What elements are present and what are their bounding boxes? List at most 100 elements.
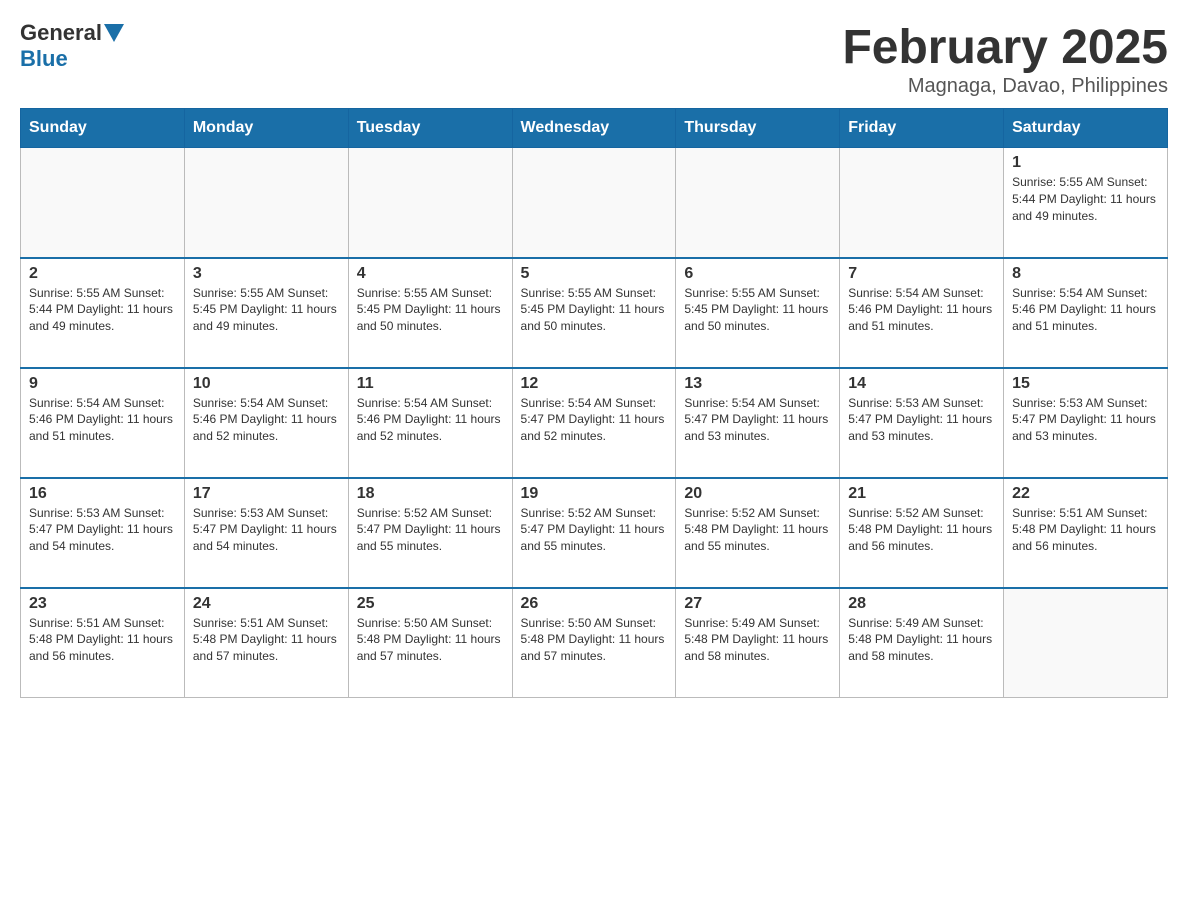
column-header-wednesday: Wednesday xyxy=(512,109,676,148)
calendar-cell: 19 Sunrise: 5:52 AM Sunset: 5:47 PM Dayli… xyxy=(512,478,676,588)
day-number: 20 xyxy=(684,485,831,503)
calendar-cell: 28 Sunrise: 5:49 AM Sunset: 5:48 PM Dayli… xyxy=(840,588,1004,698)
day-info: Sunrise: 5:54 AM Sunset: 5:46 PM Dayligh… xyxy=(1012,285,1159,335)
day-number: 11 xyxy=(357,375,504,393)
calendar-header-row: SundayMondayTuesdayWednesdayThursdayFrid… xyxy=(21,109,1168,148)
calendar-cell xyxy=(1004,588,1168,698)
day-info: Sunrise: 5:54 AM Sunset: 5:47 PM Dayligh… xyxy=(521,395,668,445)
calendar-cell xyxy=(676,148,840,258)
calendar-cell: 26 Sunrise: 5:50 AM Sunset: 5:48 PM Dayli… xyxy=(512,588,676,698)
column-header-thursday: Thursday xyxy=(676,109,840,148)
day-number: 27 xyxy=(684,595,831,613)
day-info: Sunrise: 5:53 AM Sunset: 5:47 PM Dayligh… xyxy=(193,505,340,555)
day-info: Sunrise: 5:49 AM Sunset: 5:48 PM Dayligh… xyxy=(848,615,995,665)
day-info: Sunrise: 5:55 AM Sunset: 5:45 PM Dayligh… xyxy=(684,285,831,335)
day-number: 19 xyxy=(521,485,668,503)
day-number: 4 xyxy=(357,265,504,283)
calendar-week-row: 2Sunrise: 5:55 AM Sunset: 5:44 PM Daylig… xyxy=(21,258,1168,368)
day-number: 24 xyxy=(193,595,340,613)
day-info: Sunrise: 5:53 AM Sunset: 5:47 PM Dayligh… xyxy=(848,395,995,445)
day-info: Sunrise: 5:54 AM Sunset: 5:46 PM Dayligh… xyxy=(848,285,995,335)
calendar-cell: 27 Sunrise: 5:49 AM Sunset: 5:48 PM Dayli… xyxy=(676,588,840,698)
column-header-saturday: Saturday xyxy=(1004,109,1168,148)
day-info: Sunrise: 5:51 AM Sunset: 5:48 PM Dayligh… xyxy=(1012,505,1159,555)
day-info: Sunrise: 5:49 AM Sunset: 5:48 PM Dayligh… xyxy=(684,615,831,665)
day-info: Sunrise: 5:50 AM Sunset: 5:48 PM Dayligh… xyxy=(521,615,668,665)
calendar-table: SundayMondayTuesdayWednesdayThursdayFrid… xyxy=(20,108,1168,698)
day-info: Sunrise: 5:54 AM Sunset: 5:46 PM Dayligh… xyxy=(29,395,176,445)
day-info: Sunrise: 5:55 AM Sunset: 5:44 PM Dayligh… xyxy=(1012,174,1159,224)
day-number: 28 xyxy=(848,595,995,613)
day-number: 22 xyxy=(1012,485,1159,503)
day-number: 21 xyxy=(848,485,995,503)
day-info: Sunrise: 5:55 AM Sunset: 5:45 PM Dayligh… xyxy=(193,285,340,335)
calendar-cell xyxy=(21,148,185,258)
calendar-cell: 7Sunrise: 5:54 AM Sunset: 5:46 PM Daylig… xyxy=(840,258,1004,368)
calendar-cell: 3 Sunrise: 5:55 AM Sunset: 5:45 PM Daylig… xyxy=(184,258,348,368)
calendar-cell: 20 Sunrise: 5:52 AM Sunset: 5:48 PM Dayli… xyxy=(676,478,840,588)
calendar-cell: 1 Sunrise: 5:55 AM Sunset: 5:44 PM Daylig… xyxy=(1004,148,1168,258)
calendar-cell: 24 Sunrise: 5:51 AM Sunset: 5:48 PM Dayli… xyxy=(184,588,348,698)
calendar-cell: 12 Sunrise: 5:54 AM Sunset: 5:47 PM Dayli… xyxy=(512,368,676,478)
day-number: 26 xyxy=(521,595,668,613)
day-info: Sunrise: 5:55 AM Sunset: 5:45 PM Dayligh… xyxy=(521,285,668,335)
calendar-cell: 16Sunrise: 5:53 AM Sunset: 5:47 PM Dayli… xyxy=(21,478,185,588)
column-header-sunday: Sunday xyxy=(21,109,185,148)
calendar-cell xyxy=(184,148,348,258)
calendar-cell: 21 Sunrise: 5:52 AM Sunset: 5:48 PM Dayli… xyxy=(840,478,1004,588)
calendar-cell xyxy=(840,148,1004,258)
day-info: Sunrise: 5:52 AM Sunset: 5:48 PM Dayligh… xyxy=(684,505,831,555)
calendar-cell: 17 Sunrise: 5:53 AM Sunset: 5:47 PM Dayli… xyxy=(184,478,348,588)
calendar-cell: 13 Sunrise: 5:54 AM Sunset: 5:47 PM Dayli… xyxy=(676,368,840,478)
day-number: 17 xyxy=(193,485,340,503)
day-info: Sunrise: 5:51 AM Sunset: 5:48 PM Dayligh… xyxy=(193,615,340,665)
page-header: General Blue February 2025 Magnaga, Dava… xyxy=(20,20,1168,98)
calendar-cell xyxy=(512,148,676,258)
calendar-cell xyxy=(348,148,512,258)
calendar-cell: 25Sunrise: 5:50 AM Sunset: 5:48 PM Dayli… xyxy=(348,588,512,698)
calendar-cell: 10Sunrise: 5:54 AM Sunset: 5:46 PM Dayli… xyxy=(184,368,348,478)
day-info: Sunrise: 5:52 AM Sunset: 5:47 PM Dayligh… xyxy=(521,505,668,555)
day-number: 15 xyxy=(1012,375,1159,393)
calendar-cell: 4 Sunrise: 5:55 AM Sunset: 5:45 PM Daylig… xyxy=(348,258,512,368)
day-number: 6 xyxy=(684,265,831,283)
logo-triangle-icon xyxy=(104,24,124,42)
day-number: 5 xyxy=(521,265,668,283)
day-info: Sunrise: 5:52 AM Sunset: 5:47 PM Dayligh… xyxy=(357,505,504,555)
calendar-cell: 23 Sunrise: 5:51 AM Sunset: 5:48 PM Dayli… xyxy=(21,588,185,698)
title-block: February 2025 Magnaga, Davao, Philippine… xyxy=(842,20,1168,98)
day-info: Sunrise: 5:55 AM Sunset: 5:45 PM Dayligh… xyxy=(357,285,504,335)
calendar-cell: 11 Sunrise: 5:54 AM Sunset: 5:46 PM Dayli… xyxy=(348,368,512,478)
calendar-cell: 15 Sunrise: 5:53 AM Sunset: 5:47 PM Dayli… xyxy=(1004,368,1168,478)
calendar-week-row: 23 Sunrise: 5:51 AM Sunset: 5:48 PM Dayli… xyxy=(21,588,1168,698)
day-info: Sunrise: 5:51 AM Sunset: 5:48 PM Dayligh… xyxy=(29,615,176,665)
column-header-tuesday: Tuesday xyxy=(348,109,512,148)
calendar-cell: 18 Sunrise: 5:52 AM Sunset: 5:47 PM Dayli… xyxy=(348,478,512,588)
column-header-monday: Monday xyxy=(184,109,348,148)
calendar-cell: 14 Sunrise: 5:53 AM Sunset: 5:47 PM Dayli… xyxy=(840,368,1004,478)
calendar-week-row: 1 Sunrise: 5:55 AM Sunset: 5:44 PM Daylig… xyxy=(21,148,1168,258)
day-number: 3 xyxy=(193,265,340,283)
day-info: Sunrise: 5:54 AM Sunset: 5:46 PM Dayligh… xyxy=(357,395,504,445)
calendar-week-row: 9 Sunrise: 5:54 AM Sunset: 5:46 PM Daylig… xyxy=(21,368,1168,478)
day-number: 13 xyxy=(684,375,831,393)
day-number: 18 xyxy=(357,485,504,503)
day-info: Sunrise: 5:52 AM Sunset: 5:48 PM Dayligh… xyxy=(848,505,995,555)
day-number: 1 xyxy=(1012,154,1159,172)
calendar-cell: 5 Sunrise: 5:55 AM Sunset: 5:45 PM Daylig… xyxy=(512,258,676,368)
day-info: Sunrise: 5:54 AM Sunset: 5:47 PM Dayligh… xyxy=(684,395,831,445)
day-number: 23 xyxy=(29,595,176,613)
column-header-friday: Friday xyxy=(840,109,1004,148)
calendar-week-row: 16Sunrise: 5:53 AM Sunset: 5:47 PM Dayli… xyxy=(21,478,1168,588)
day-number: 14 xyxy=(848,375,995,393)
day-number: 12 xyxy=(521,375,668,393)
day-info: Sunrise: 5:53 AM Sunset: 5:47 PM Dayligh… xyxy=(29,505,176,555)
day-number: 9 xyxy=(29,375,176,393)
calendar-cell: 2Sunrise: 5:55 AM Sunset: 5:44 PM Daylig… xyxy=(21,258,185,368)
calendar-cell: 22 Sunrise: 5:51 AM Sunset: 5:48 PM Dayli… xyxy=(1004,478,1168,588)
day-number: 25 xyxy=(357,595,504,613)
day-info: Sunrise: 5:53 AM Sunset: 5:47 PM Dayligh… xyxy=(1012,395,1159,445)
logo: General Blue xyxy=(20,20,126,72)
day-number: 10 xyxy=(193,375,340,393)
calendar-cell: 9 Sunrise: 5:54 AM Sunset: 5:46 PM Daylig… xyxy=(21,368,185,478)
